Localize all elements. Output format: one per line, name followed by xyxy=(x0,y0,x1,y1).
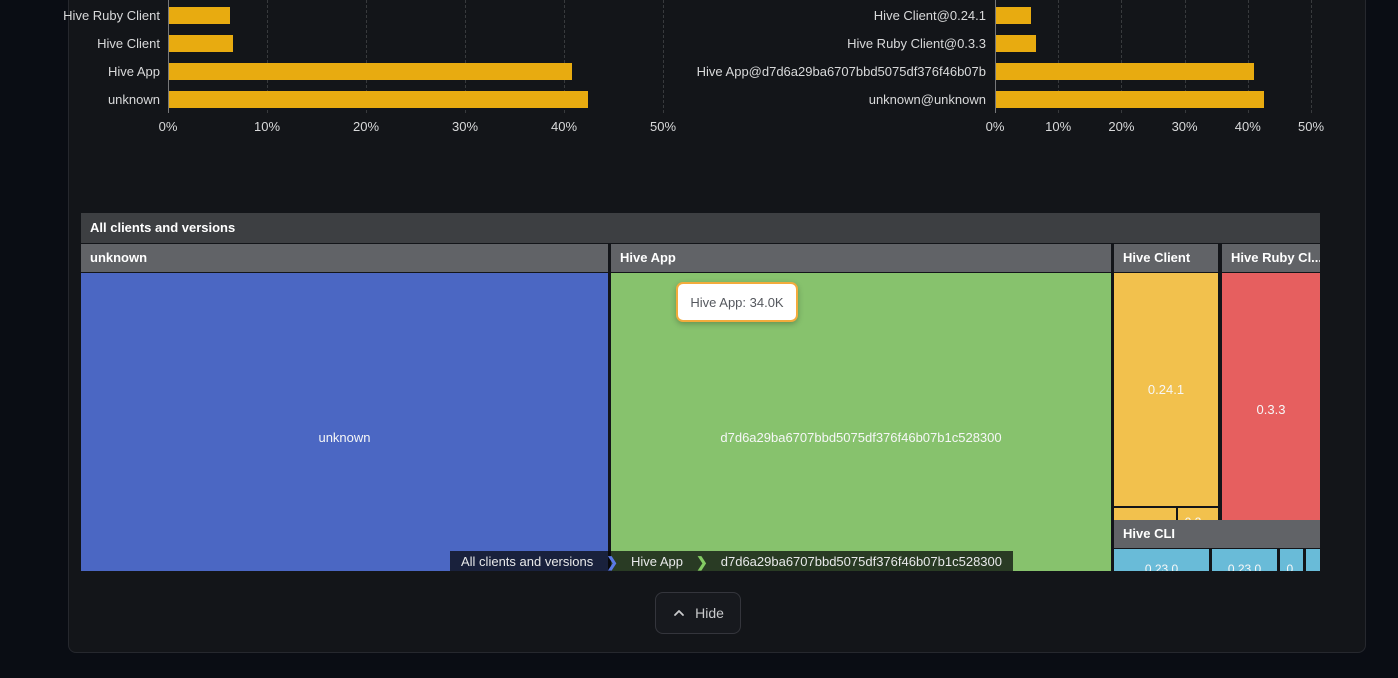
treemap-tooltip: Hive App: 34.0K xyxy=(676,282,798,322)
chevron-right-icon: ❯ xyxy=(694,551,710,571)
treemap-section-unknown[interactable]: unknown unknown xyxy=(81,244,608,571)
category-label: Hive Ruby Client xyxy=(0,7,160,24)
chevron-right-icon: ❯ xyxy=(604,551,620,571)
treemap-section-header: Hive Client xyxy=(1114,244,1218,272)
treemap-section-header: Hive App xyxy=(611,244,1111,272)
treemap-title: All clients and versions xyxy=(81,213,1320,243)
treemap-cell-unknown[interactable]: unknown xyxy=(81,273,608,571)
bar[interactable] xyxy=(996,35,1036,52)
treemap-section-header: unknown xyxy=(81,244,608,272)
treemap-section-header: Hive CLI xyxy=(1114,520,1320,548)
category-label: Hive App@d7d6a29ba6707bbd5075df376f46b07… xyxy=(690,63,986,80)
breadcrumb-item-root[interactable]: All clients and versions xyxy=(450,551,604,571)
treemap-cell-label: d7d6a29ba6707bbd5075df376f46b07b1c528300 xyxy=(720,430,1001,445)
treemap-cell[interactable]: 0.23.0 xyxy=(1114,549,1209,571)
treemap-section-header: Hive Ruby Cl... xyxy=(1222,244,1320,272)
gridline xyxy=(663,0,664,113)
treemap-cell[interactable]: 0. xyxy=(1280,549,1303,571)
treemap-cell-label: 0.23.0 xyxy=(1228,562,1261,571)
bar[interactable] xyxy=(996,91,1264,108)
bar[interactable] xyxy=(169,63,572,80)
treemap-cell[interactable] xyxy=(1306,549,1320,571)
clients-treemap: All clients and versions unknown unknown… xyxy=(81,213,1320,571)
category-label: Hive Client@0.24.1 xyxy=(690,7,986,24)
hide-button[interactable]: Hide xyxy=(655,592,741,634)
bar[interactable] xyxy=(169,7,230,24)
x-tick-label: 0% xyxy=(986,119,1005,134)
category-label: Hive Ruby Client@0.3.3 xyxy=(690,35,986,52)
category-label: unknown@unknown xyxy=(690,91,986,108)
bar[interactable] xyxy=(169,91,588,108)
x-tick-label: 40% xyxy=(551,119,577,134)
category-label: Hive Client xyxy=(0,35,160,52)
client-versions-bar-chart: 0% 10% 20% 30% 40% 50% Hive Client@0.24.1 Hive … xyxy=(690,0,1398,140)
breadcrumb-item-hive-app[interactable]: Hive App xyxy=(620,551,694,571)
clients-bar-chart: 0% 10% 20% 30% 40% 50% Hive Ruby Client Hive Cl… xyxy=(0,0,700,140)
treemap-cell-label: 0. xyxy=(1286,562,1296,571)
treemap-cell-label: unknown xyxy=(318,430,370,445)
x-tick-label: 30% xyxy=(1172,119,1198,134)
hide-button-label: Hide xyxy=(695,605,724,621)
treemap-section-hive-ruby-client[interactable]: Hive Ruby Cl... 0.3.3 xyxy=(1222,244,1320,545)
treemap-section-hive-client[interactable]: Hive Client 0.24.1 0.2... xyxy=(1114,244,1218,545)
dashboard-page: 0% 10% 20% 30% 40% 50% Hive Ruby Client Hive Cl… xyxy=(0,0,1398,678)
bar[interactable] xyxy=(996,63,1254,80)
treemap-cell-hive-ruby-0-3-3[interactable]: 0.3.3 xyxy=(1222,273,1320,545)
x-tick-label: 50% xyxy=(1298,119,1324,134)
x-tick-label: 30% xyxy=(452,119,478,134)
treemap-breadcrumb: All clients and versions ❯ Hive App ❯ d7… xyxy=(450,551,1013,571)
breadcrumb-item-hash[interactable]: d7d6a29ba6707bbd5075df376f46b07b1c528300 xyxy=(710,551,1013,571)
gridline xyxy=(1311,0,1312,113)
bar[interactable] xyxy=(996,7,1031,24)
bar[interactable] xyxy=(169,35,233,52)
x-tick-label: 40% xyxy=(1235,119,1261,134)
treemap-section-hive-cli[interactable]: Hive CLI 0.23.0 0.23.0 0. xyxy=(1114,520,1320,571)
x-tick-label: 20% xyxy=(1108,119,1134,134)
x-tick-label: 50% xyxy=(650,119,676,134)
x-tick-label: 0% xyxy=(159,119,178,134)
treemap-cell-label: 0.3.3 xyxy=(1257,402,1286,417)
x-tick-label: 10% xyxy=(254,119,280,134)
treemap-cell-label: 0.24.1 xyxy=(1148,382,1184,397)
treemap-cell[interactable]: 0.23.0 xyxy=(1212,549,1277,571)
chevron-up-icon xyxy=(672,606,686,620)
category-label: Hive App xyxy=(0,63,160,80)
treemap-cell-hive-client-0-24-1[interactable]: 0.24.1 xyxy=(1114,273,1218,506)
x-tick-label: 20% xyxy=(353,119,379,134)
treemap-cell-label: 0.23.0 xyxy=(1145,562,1178,571)
tooltip-text: Hive App: 34.0K xyxy=(690,295,783,310)
category-label: unknown xyxy=(0,91,160,108)
x-tick-label: 10% xyxy=(1045,119,1071,134)
